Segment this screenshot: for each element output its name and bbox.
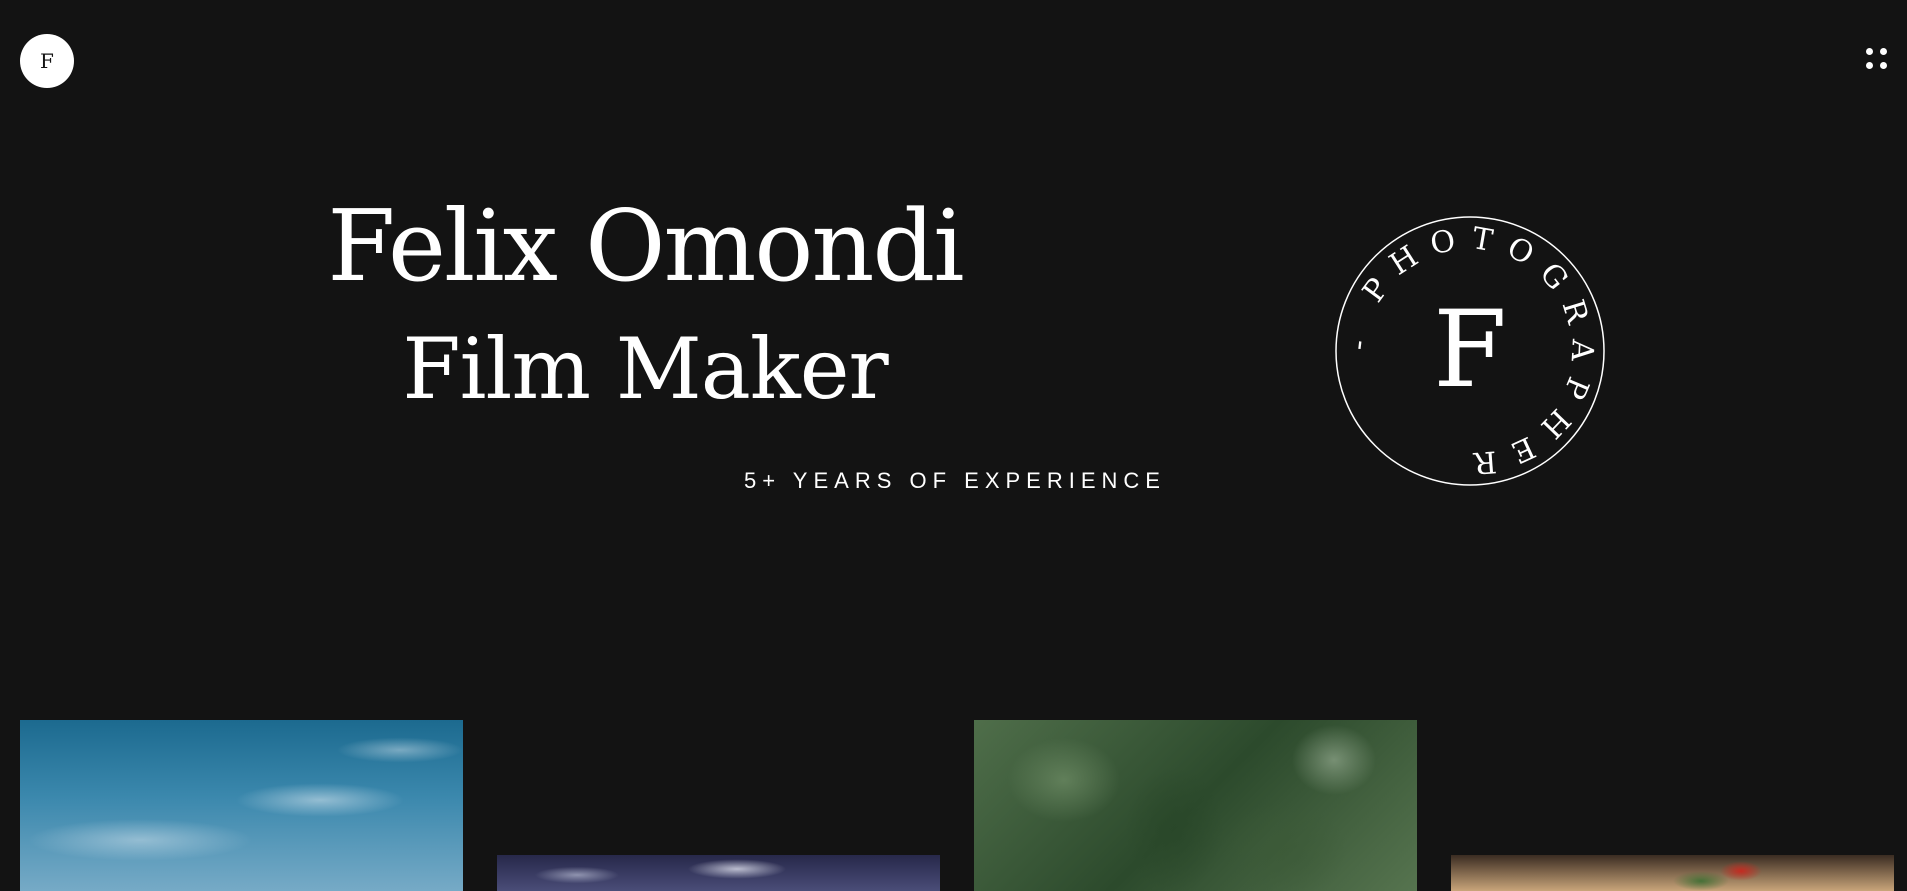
gallery-photo-palm[interactable] [974,720,1417,891]
hero-role: Film Maker [402,320,888,418]
menu-dot-icon [1866,62,1873,69]
hero-name: Felix Omondi [327,190,964,304]
menu-dot-icon [1880,48,1887,55]
menu-button[interactable] [1864,46,1894,76]
photographer-stamp: - PHOTOGRAPHER F [1333,214,1607,488]
menu-dot-icon [1866,48,1873,55]
stamp-letter: F [1433,288,1507,411]
gallery-photo-sky[interactable] [20,720,463,891]
menu-dot-icon [1880,62,1887,69]
logo-letter: F [40,49,54,73]
experience-tagline: 5+ YEARS OF EXPERIENCE [744,468,1166,493]
gallery-photo-clouds[interactable] [497,855,940,891]
logo-badge[interactable]: F [20,34,74,88]
gallery-photo-food[interactable] [1451,855,1894,891]
